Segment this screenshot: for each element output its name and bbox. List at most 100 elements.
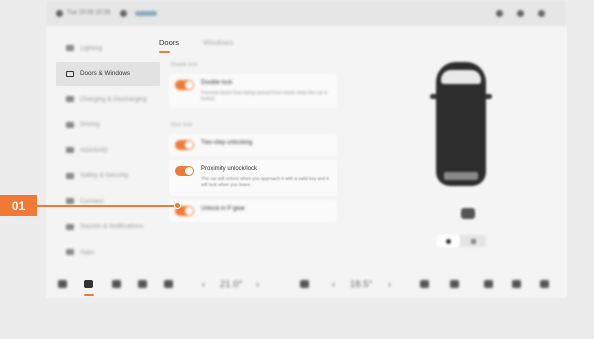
dock-phone[interactable] — [164, 278, 173, 290]
settings-content: Doors Windows Double lock Double lock Pr… — [153, 30, 383, 270]
card-title: Unlock in P gear — [201, 206, 245, 212]
segment-option-1[interactable] — [436, 235, 460, 247]
sidebar-item-connect[interactable]: Connect — [56, 189, 160, 213]
infotainment-screen: Tue 15:06 10:36 Lighting Doors & Windows… — [46, 0, 567, 298]
sidebar-item-adas[interactable]: ADAS/AD — [56, 138, 160, 162]
dock-settings[interactable] — [540, 278, 549, 290]
view-segment-control[interactable] — [436, 235, 486, 247]
bottom-dock: ‹ 21.0° › ‹ 18.5° › — [46, 270, 567, 298]
proximity-card: Proximity unlock/lock The car will unloc… — [169, 160, 337, 196]
adas-icon — [66, 147, 74, 153]
phone-icon — [164, 280, 173, 288]
dock-temp-right-decrease[interactable]: ‹ — [332, 278, 335, 290]
card-desc: Prevents doors from being opened from in… — [201, 90, 328, 101]
tab-doors[interactable]: Doors — [159, 38, 179, 53]
section-label-door-lock: Door lock — [171, 122, 193, 128]
home-icon — [58, 280, 67, 288]
dot-icon — [445, 238, 451, 244]
signal-icon — [517, 9, 524, 17]
car-icon — [84, 280, 93, 288]
speaker-icon — [66, 223, 74, 230]
card-title: Double lock — [201, 80, 233, 86]
status-time: Tue 15:06 10:36 — [67, 10, 111, 16]
lighting-icon — [66, 45, 74, 51]
dock-seat[interactable] — [112, 278, 121, 290]
dock-temp-right-increase[interactable]: › — [388, 278, 391, 290]
defrost-icon — [138, 280, 147, 288]
sidebar-item-label: Sounds & Notifications — [80, 223, 144, 230]
status-media[interactable] — [120, 9, 158, 17]
sidebar-item-safety[interactable]: Safety & Security — [56, 164, 160, 188]
unlock-p-card: Unlock in P gear — [169, 200, 337, 222]
two-step-card: Two-step unlocking — [169, 134, 337, 156]
card-title: Two-step unlocking — [201, 140, 253, 146]
dock-rear-defrost[interactable] — [450, 278, 459, 290]
double-lock-card: Double lock Prevents doors from being op… — [169, 74, 337, 108]
callout-dot — [174, 202, 181, 209]
status-profile[interactable]: Tue 15:06 10:36 — [56, 9, 111, 17]
dock-seat-right[interactable] — [420, 278, 429, 290]
section-label-double-lock: Double lock — [171, 62, 198, 68]
sidebar-item-label: Connect — [80, 197, 104, 205]
sidebar-item-sounds[interactable]: Sounds & Notifications — [56, 215, 160, 239]
sidebar-item-label: Charging & Discharging — [80, 95, 147, 103]
seat-icon — [112, 280, 121, 288]
apps-grid-icon — [512, 280, 521, 288]
connect-icon — [66, 198, 74, 204]
bluetooth-icon — [496, 9, 503, 17]
dock-apps[interactable] — [512, 278, 521, 290]
sidebar-item-label: Doors & Windows — [80, 70, 131, 77]
dock-temp-left-increase[interactable]: › — [256, 278, 259, 290]
sidebar-item-lighting[interactable]: Lighting — [56, 36, 160, 60]
media-icon — [120, 9, 128, 17]
status-right-icons — [496, 9, 549, 17]
dock-music[interactable] — [484, 278, 493, 290]
charging-icon — [66, 96, 74, 102]
apps-icon — [66, 249, 74, 255]
sidebar-item-label: ADAS/AD — [80, 146, 108, 154]
square-icon — [470, 238, 476, 244]
settings-sidebar: Lighting Doors & Windows Charging & Disc… — [56, 36, 160, 266]
callout-line — [37, 205, 178, 207]
shield-icon — [66, 172, 74, 179]
sidebar-item-label: Driving — [80, 121, 100, 128]
dock-car[interactable] — [84, 278, 93, 290]
dock-fan[interactable] — [300, 278, 309, 290]
tab-windows[interactable]: Windows — [203, 38, 233, 50]
car-mini-icon — [461, 208, 475, 219]
connectivity-pill — [135, 10, 158, 16]
dock-temp-left-decrease[interactable]: ‹ — [202, 278, 205, 290]
music-icon — [484, 280, 493, 288]
sidebar-item-charging[interactable]: Charging & Discharging — [56, 87, 160, 111]
stage: Tue 15:06 10:36 Lighting Doors & Windows… — [0, 0, 594, 339]
segment-option-2[interactable] — [460, 235, 486, 247]
profile-icon — [56, 9, 63, 17]
tab-bar: Doors Windows — [153, 30, 383, 53]
proximity-desc: The car will unlock when you approach it… — [201, 176, 329, 187]
sidebar-item-apps[interactable]: Apps — [56, 240, 160, 264]
steering-icon — [66, 121, 74, 128]
sidebar-item-label: Lighting — [80, 44, 103, 52]
sidebar-item-label: Safety & Security — [80, 172, 129, 179]
dock-active-indicator — [84, 294, 94, 296]
status-bar: Tue 15:06 10:36 — [46, 0, 567, 26]
rear-defrost-icon — [450, 280, 459, 288]
double-lock-toggle[interactable] — [175, 80, 194, 90]
proximity-title: Proximity unlock/lock — [201, 166, 258, 172]
two-step-toggle[interactable] — [175, 140, 194, 150]
dock-defrost[interactable] — [138, 278, 147, 290]
right-temperature: 18.5° — [350, 279, 373, 289]
proximity-toggle[interactable] — [175, 166, 194, 176]
car-topview-image — [430, 62, 492, 186]
wifi-icon — [538, 9, 545, 17]
callout-number-badge: 01 — [0, 195, 37, 216]
sidebar-item-label: Apps — [80, 248, 95, 256]
sidebar-item-doors-windows[interactable]: Doors & Windows — [56, 61, 160, 86]
gear-icon — [540, 280, 549, 288]
left-temperature: 21.0° — [220, 279, 243, 289]
sidebar-item-driving[interactable]: Driving — [56, 113, 160, 137]
dock-home[interactable] — [58, 278, 67, 290]
fan-icon — [300, 280, 309, 288]
seat-icon — [420, 280, 429, 288]
door-icon — [66, 70, 74, 77]
